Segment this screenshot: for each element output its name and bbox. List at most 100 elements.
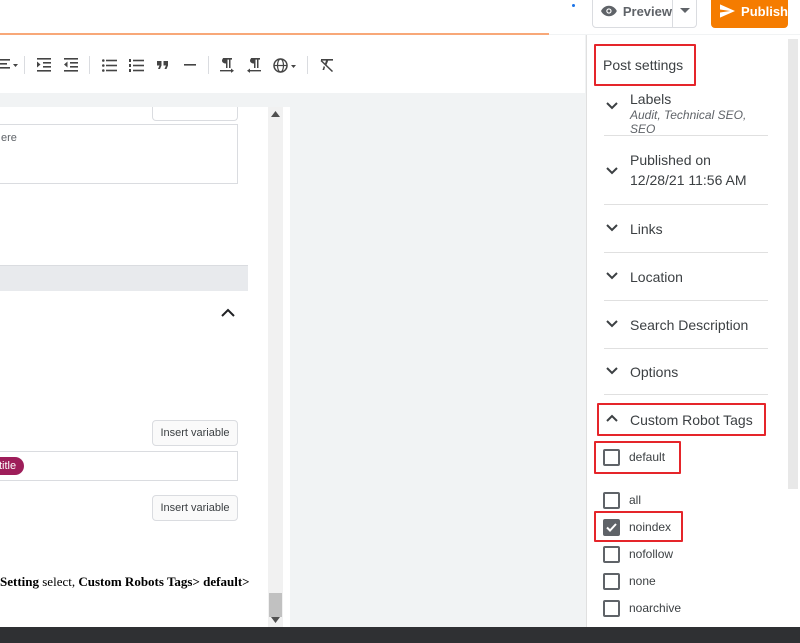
preview-dropdown-button[interactable] <box>673 8 696 14</box>
robot-tag-label: noarchive <box>629 601 682 615</box>
checkbox-checked[interactable] <box>603 518 620 536</box>
robot-tag-all[interactable]: all <box>603 491 641 509</box>
robot-tag-nofollow[interactable]: nofollow <box>603 545 673 563</box>
chevron-up-icon <box>221 308 235 317</box>
labels-value: Audit, Technical SEO, SEO <box>630 108 747 136</box>
toolbar-divider <box>89 56 90 74</box>
horizontal-rule-icon <box>184 64 196 66</box>
checkbox[interactable] <box>603 448 620 466</box>
rtl-icon <box>247 57 261 73</box>
taskbar <box>0 627 800 643</box>
indent-increase-icon <box>37 58 51 72</box>
toolbar-divider <box>307 56 308 74</box>
chevron-down-icon <box>606 272 618 280</box>
location-title: Location <box>630 269 683 285</box>
toolbar-divider <box>208 56 209 74</box>
eye-icon <box>601 5 617 17</box>
scroll-up-arrow-icon[interactable] <box>271 111 280 117</box>
preview-button[interactable]: Preview <box>593 0 673 27</box>
options-section[interactable]: Options <box>604 350 768 395</box>
published-title: Published on <box>630 152 711 168</box>
bulleted-list-icon <box>101 58 117 72</box>
published-section[interactable]: Published on 12/28/21 11:56 AM <box>604 137 768 205</box>
editor-textarea[interactable]: ere <box>0 124 238 184</box>
indent-decrease-icon <box>64 58 78 72</box>
robot-tag-label: default <box>629 450 666 464</box>
collapse-section-button[interactable] <box>220 305 236 323</box>
panel-scrollbar-thumb[interactable] <box>788 39 798 489</box>
indent-increase-button[interactable] <box>35 55 53 75</box>
panel-scrollbar[interactable] <box>786 35 800 627</box>
location-section[interactable]: Location <box>604 254 768 301</box>
ltr-button[interactable] <box>218 55 236 75</box>
options-title: Options <box>630 364 679 380</box>
status-dot <box>572 4 575 7</box>
preview-group: Preview <box>592 0 697 28</box>
chevron-down-icon <box>606 167 618 175</box>
post-settings-title: Post settings <box>603 57 684 73</box>
robot-tag-noindex[interactable]: noindex <box>603 518 671 536</box>
links-section[interactable]: Links <box>604 206 768 253</box>
language-button[interactable] <box>272 55 298 75</box>
post-editor: ere Insert variable title Insert variabl… <box>0 107 290 627</box>
robot-tag-label: all <box>629 493 642 507</box>
clear-formatting-button[interactable] <box>318 55 336 75</box>
checkbox[interactable] <box>603 545 620 563</box>
toolbar-divider <box>24 56 25 74</box>
chevron-up-icon <box>606 414 618 422</box>
editor-button-partial[interactable] <box>152 107 238 121</box>
chevron-down-icon <box>606 367 618 375</box>
indent-decrease-button[interactable] <box>62 55 80 75</box>
instruction-bold-2: Custom Robots Tags> default> <box>78 574 250 589</box>
numbered-list-button[interactable] <box>127 55 145 75</box>
align-button[interactable] <box>0 55 18 75</box>
scroll-down-arrow-icon[interactable] <box>271 617 280 623</box>
horizontal-rule-button[interactable] <box>181 55 199 75</box>
checkmark-icon <box>606 522 617 532</box>
labels-section[interactable]: Labels Audit, Technical SEO, SEO <box>604 86 768 136</box>
language-icon <box>273 57 296 73</box>
search-description-title: Search Description <box>630 317 749 333</box>
insert-variable-button[interactable]: Insert variable <box>152 495 238 521</box>
publish-button[interactable]: Publish <box>711 0 788 28</box>
robot-tag-noarchive[interactable]: noarchive <box>603 599 681 617</box>
editor-scrollbar[interactable] <box>268 107 283 627</box>
section-header-bar <box>0 265 248 291</box>
robot-tag-none[interactable]: none <box>603 572 656 590</box>
robot-tag-default[interactable]: default <box>603 448 665 466</box>
insert-variable-button[interactable]: Insert variable <box>152 420 238 446</box>
title-template-input[interactable]: title <box>0 451 238 481</box>
checkbox[interactable] <box>603 572 620 590</box>
caret-down-icon <box>679 8 690 13</box>
labels-title: Labels <box>630 91 672 107</box>
quote-button[interactable] <box>154 55 172 75</box>
scrollbar-thumb[interactable] <box>269 593 282 617</box>
preview-label: Preview <box>622 3 672 19</box>
align-icon <box>0 59 18 69</box>
quote-icon <box>157 61 168 69</box>
checkbox[interactable] <box>603 599 620 617</box>
variable-chip: title <box>0 457 25 475</box>
robot-tag-label: nofollow <box>629 547 674 561</box>
numbered-list-icon <box>128 58 144 72</box>
bulleted-list-button[interactable] <box>100 55 118 75</box>
textarea-text: ere <box>1 132 17 144</box>
rtl-button[interactable] <box>245 55 263 75</box>
formatting-toolbar <box>0 35 585 93</box>
checkbox[interactable] <box>603 491 620 509</box>
custom-robot-tags-section[interactable]: Custom Robot Tags <box>604 396 768 436</box>
chevron-down-icon <box>606 224 618 232</box>
chevron-down-icon <box>606 320 618 328</box>
published-date: 12/28/21 11:56 AM <box>630 172 747 188</box>
send-icon <box>720 4 736 18</box>
links-title: Links <box>630 221 663 237</box>
chevron-down-icon <box>606 102 618 110</box>
instruction-plain: select, <box>39 574 79 589</box>
ltr-icon <box>220 57 234 73</box>
robot-tag-label: noindex <box>629 520 672 534</box>
custom-robot-tags-title: Custom Robot Tags <box>630 412 753 428</box>
instruction-bold-1: Setting <box>0 574 39 589</box>
search-description-section[interactable]: Search Description <box>604 302 768 349</box>
publish-label: Publish <box>741 3 788 19</box>
clear-formatting-icon <box>320 58 334 72</box>
